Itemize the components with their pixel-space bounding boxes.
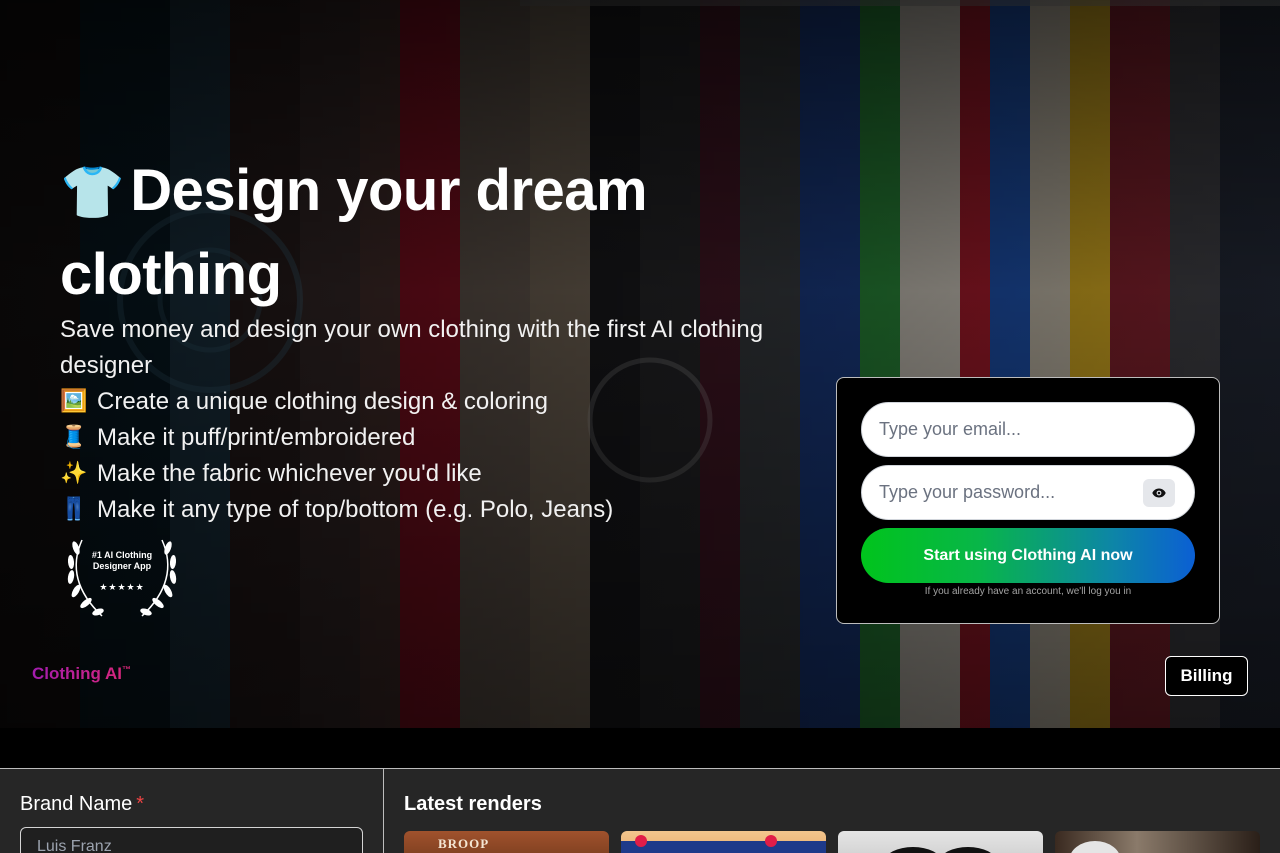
award-line-2: Designer App [92, 561, 152, 571]
brand-name-label-text: Brand Name [20, 793, 133, 815]
editor-section: Brand Name* Latest renders BROOP [0, 768, 1280, 853]
award-stars: ★★★★★ [99, 583, 145, 593]
brand-name-input[interactable] [20, 827, 363, 853]
login-card: Start using Clothing AI now If you alrea… [836, 377, 1220, 624]
award-badge: #1 AI Clothing Designer App ★★★★★ [62, 530, 182, 620]
feature-text: Make it any type of top/bottom (e.g. Pol… [97, 496, 614, 523]
render-thumbnail-text: BROOP [438, 836, 490, 851]
feature-item: 🧵 Make it puff/print/embroidered [60, 420, 613, 456]
form-panel: Brand Name * [0, 769, 384, 853]
render-thumbnail[interactable]: BROOP [404, 831, 609, 853]
shirt-render-image [890, 847, 991, 853]
email-field[interactable] [862, 403, 1194, 456]
render-thumbnail[interactable] [838, 831, 1043, 853]
feature-list: 🖼️ Create a unique clothing design & colo… [60, 384, 613, 528]
sparkles-icon: ✨ [60, 461, 88, 486]
hero-section: 👕 Design your dream clothing Save money a… [0, 0, 1280, 728]
shirt-render-image [621, 835, 826, 853]
feature-text: Make it puff/print/embroidered [97, 424, 416, 451]
show-password-button[interactable] [1143, 479, 1175, 507]
eye-icon [1152, 488, 1166, 498]
feature-text: Make the fabric whichever you'd like [97, 460, 482, 487]
latest-renders-title: Latest renders [404, 793, 542, 815]
award-line-1: #1 AI Clothing [91, 550, 153, 560]
framed-picture-icon: 🖼️ [60, 389, 88, 414]
email-field-wrapper [861, 402, 1195, 457]
trademark-mark: ™ [122, 664, 132, 675]
login-hint: If you already have an account, we'll lo… [924, 586, 1132, 597]
feature-item: 👖 Make it any type of top/bottom (e.g. Po… [60, 492, 613, 528]
required-mark: * [136, 793, 145, 815]
billing-button[interactable]: Billing [1165, 656, 1248, 696]
page-title: 👕 Design your dream clothing [60, 150, 700, 316]
thread-spool-icon: 🧵 [60, 425, 88, 450]
feature-item: 🖼️ Create a unique clothing design & colo… [60, 384, 613, 420]
feature-item: ✨ Make the fabric whichever you'd like [60, 456, 613, 492]
brand-name: Clothing AI [32, 664, 123, 683]
brand-logo[interactable]: Clothing AI™ [32, 664, 131, 684]
render-thumbnail[interactable] [1055, 831, 1260, 853]
page-title-text: Design your dream clothing [60, 158, 648, 307]
password-field-wrapper [861, 465, 1195, 520]
tshirt-icon: 👕 [60, 163, 125, 223]
shirt-render-image [1071, 841, 1119, 853]
page-subtitle: Save money and design your own clothing … [60, 316, 764, 379]
brand-name-label: Brand Name * [20, 793, 144, 816]
feature-text: Create a unique clothing design & colori… [97, 388, 548, 415]
jeans-icon: 👖 [60, 497, 88, 522]
start-button[interactable]: Start using Clothing AI now [861, 528, 1195, 583]
render-thumbnail[interactable] [621, 831, 826, 853]
laurel-wreath-icon [67, 539, 177, 617]
award-text: #1 AI Clothing Designer App [62, 550, 182, 572]
